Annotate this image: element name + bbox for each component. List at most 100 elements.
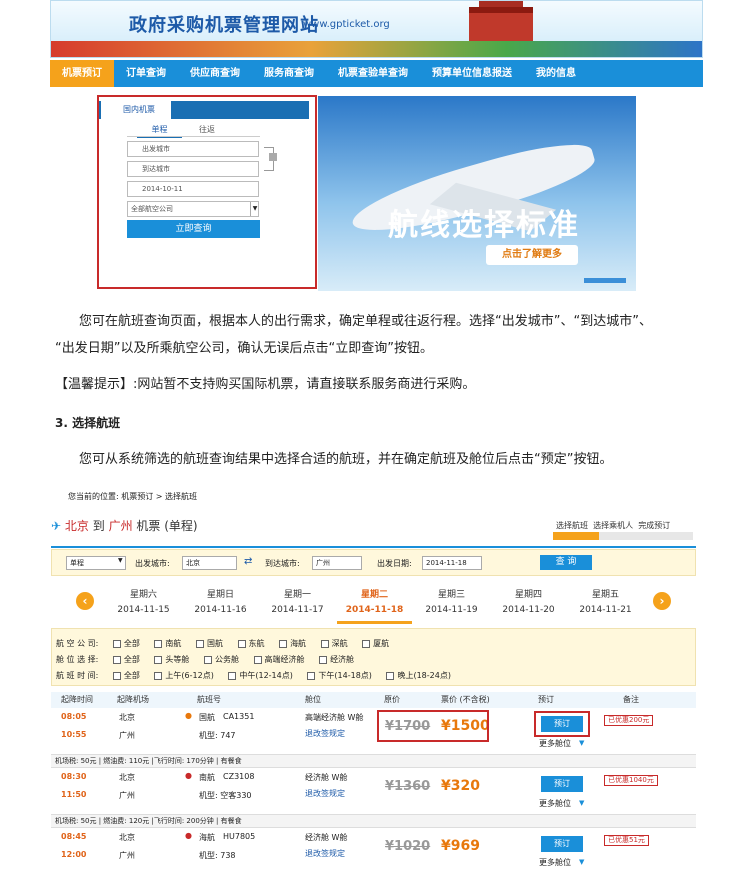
- airline-select[interactable]: 全部航空公司: [127, 201, 259, 217]
- filter-option[interactable]: 东航: [237, 637, 265, 651]
- airline-logo-icon: ●: [185, 831, 192, 840]
- filter-option[interactable]: 深航: [320, 637, 348, 651]
- carousel-dots[interactable]: [584, 278, 626, 283]
- checkbox-icon[interactable]: [112, 655, 121, 664]
- cabin-filter: 舱 位 选 择: 全部 头等舱 公务舱 高端经济舱 经济舱: [56, 653, 366, 667]
- book-button[interactable]: 预订: [541, 776, 583, 792]
- filter-option[interactable]: 全部: [112, 653, 140, 667]
- filter-option[interactable]: 下午(14-18点): [307, 669, 372, 683]
- day-date: 2014-11-19: [425, 605, 478, 615]
- dep-time: 08:05: [61, 712, 87, 721]
- nav-budget-report[interactable]: 预算单位信息报送: [420, 60, 524, 87]
- checkbox-icon[interactable]: [154, 639, 163, 648]
- checkbox-icon[interactable]: [320, 639, 329, 648]
- prev-week-button[interactable]: ‹: [76, 592, 94, 610]
- tab-domestic[interactable]: 国内机票: [101, 101, 171, 119]
- tip-text: 【温馨提示】:网站暂不支持购买国际机票，请直接联系服务商进行采购。: [55, 377, 476, 392]
- date-input[interactable]: 2014-11-18: [422, 556, 482, 570]
- from-city-input[interactable]: 北京: [182, 556, 237, 570]
- filter-option[interactable]: 全部: [112, 669, 140, 683]
- table-row: 08:30 11:50 北京 广州 ● 南航 CZ3108 机型: 空客330 …: [51, 770, 696, 814]
- filter-option[interactable]: 厦航: [362, 637, 389, 651]
- nav-order-query[interactable]: 订单查询: [114, 60, 178, 87]
- checkbox-icon[interactable]: [112, 671, 121, 680]
- checkbox-icon[interactable]: [112, 639, 121, 648]
- flight-no: HU7805: [223, 832, 256, 841]
- checkbox-icon[interactable]: [237, 639, 246, 648]
- col-time[interactable]: 起降时间: [61, 692, 93, 708]
- more-cabins-link[interactable]: 更多舱位: [539, 738, 571, 749]
- to-label: 到达城市:: [265, 559, 300, 568]
- checkbox-icon[interactable]: [319, 655, 328, 664]
- day-7[interactable]: 星期五 2014-11-21: [568, 580, 643, 624]
- chevron-down-icon[interactable]: ▼: [118, 557, 123, 564]
- refund-rule-link[interactable]: 退改签规定: [305, 728, 345, 739]
- checkbox-icon[interactable]: [362, 639, 371, 648]
- nav-my-info[interactable]: 我的信息: [524, 60, 588, 87]
- checkbox-icon[interactable]: [154, 671, 163, 680]
- next-week-button[interactable]: ›: [653, 592, 671, 610]
- checkbox-icon[interactable]: [203, 655, 212, 664]
- book-button[interactable]: 预订: [541, 836, 583, 852]
- dep-airport: 北京: [119, 713, 135, 722]
- from-city-field[interactable]: 出发城市: [127, 141, 259, 157]
- nav-ticket-booking[interactable]: 机票预订: [50, 60, 114, 87]
- trip-type-select[interactable]: 单程: [66, 556, 126, 570]
- nav-supplier-query[interactable]: 供应商查询: [178, 60, 252, 87]
- nav-verify-query[interactable]: 机票查验单查询: [326, 60, 420, 87]
- checkbox-icon[interactable]: [307, 671, 316, 680]
- more-cabins-link[interactable]: 更多舱位: [539, 857, 571, 868]
- checkbox-icon[interactable]: [195, 639, 204, 648]
- filter-option[interactable]: 海航: [279, 637, 306, 651]
- filter-option[interactable]: 经济舱: [319, 653, 354, 667]
- aircraft-model: 机型: 747: [199, 731, 236, 740]
- airline-name: 国航: [199, 713, 215, 722]
- checkbox-icon[interactable]: [386, 671, 395, 680]
- promo-banner[interactable]: 航线选择标准 点击了解更多: [318, 96, 636, 291]
- chevron-down-icon[interactable]: ▼: [250, 202, 259, 216]
- day-2[interactable]: 星期日 2014-11-16: [183, 580, 258, 624]
- search-now-button[interactable]: 立即查询: [127, 220, 260, 238]
- day-6[interactable]: 星期四 2014-11-20: [491, 580, 566, 624]
- step-1: 选择航班: [556, 521, 588, 530]
- chevron-down-icon[interactable]: ▼: [579, 799, 584, 807]
- filter-option[interactable]: 公务舱: [203, 653, 239, 667]
- divider: [51, 546, 696, 548]
- date-field[interactable]: 2014-10-11: [127, 181, 259, 197]
- filter-option[interactable]: 高端经济舱: [253, 653, 305, 667]
- search-button[interactable]: 查 询: [540, 555, 592, 570]
- swap-icon[interactable]: [269, 153, 277, 161]
- to-city-field[interactable]: 到达城市: [127, 161, 259, 177]
- checkbox-icon[interactable]: [154, 655, 163, 664]
- filter-option[interactable]: 晚上(18-24点): [386, 669, 451, 683]
- checkbox-icon[interactable]: [253, 655, 262, 664]
- day-4-selected[interactable]: 星期二 2014-11-18: [337, 580, 412, 624]
- route-suffix: 机票 (单程): [136, 519, 198, 533]
- instruction-para-2: 您可从系统筛选的航班查询结果中选择合适的航班，并在确定航班及舱位后点击“预定”按…: [79, 452, 613, 467]
- refund-rule-link[interactable]: 退改签规定: [305, 788, 345, 799]
- to-city-input[interactable]: 广州: [312, 556, 362, 570]
- day-date: 2014-11-15: [117, 605, 170, 615]
- day-3[interactable]: 星期一 2014-11-17: [260, 580, 335, 624]
- day-1[interactable]: 星期六 2014-11-15: [106, 580, 181, 624]
- checkbox-icon[interactable]: [228, 671, 237, 680]
- filter-option[interactable]: 上午(6-12点): [154, 669, 214, 683]
- nav-service-query[interactable]: 服务商查询: [252, 60, 326, 87]
- swap-arrows-icon[interactable]: ⇄: [244, 556, 252, 567]
- filter-option[interactable]: 中午(12-14点): [228, 669, 293, 683]
- chevron-down-icon[interactable]: ▼: [579, 858, 584, 866]
- filter-option[interactable]: 全部: [112, 637, 140, 651]
- chevron-down-icon[interactable]: ▼: [579, 739, 584, 747]
- refund-rule-link[interactable]: 退改签规定: [305, 848, 345, 859]
- day-5[interactable]: 星期三 2014-11-19: [414, 580, 489, 624]
- day-date: 2014-11-20: [502, 605, 555, 615]
- dep-airport: 北京: [119, 773, 135, 782]
- checkbox-icon[interactable]: [279, 639, 288, 648]
- col-price[interactable]: 票价 (不含税): [441, 692, 490, 708]
- promo-more-button[interactable]: 点击了解更多: [486, 245, 578, 265]
- filter-option[interactable]: 头等舱: [154, 653, 189, 667]
- more-cabins-link[interactable]: 更多舱位: [539, 798, 571, 809]
- filter-option[interactable]: 国航: [195, 637, 223, 651]
- trip-round[interactable]: 往返: [199, 124, 215, 135]
- filter-option[interactable]: 南航: [154, 637, 181, 651]
